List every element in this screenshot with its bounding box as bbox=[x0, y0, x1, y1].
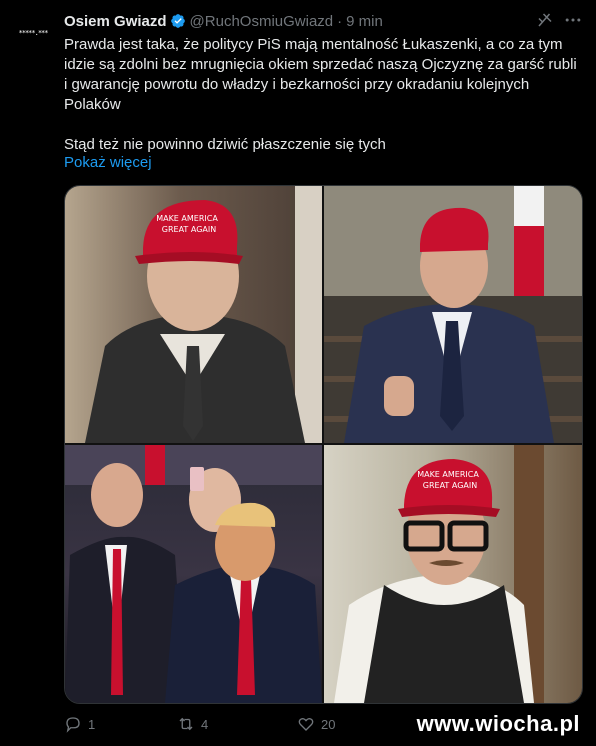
svg-text:GREAT AGAIN: GREAT AGAIN bbox=[423, 481, 477, 490]
tweet[interactable]: *****.*** Osiem Gwiazd @RuchOsmiuGwiazd … bbox=[0, 0, 596, 746]
photo-2[interactable] bbox=[324, 186, 582, 443]
media-grid[interactable]: MAKE AMERICA GREAT AGAIN MAKE AMERICA GR… bbox=[64, 185, 583, 704]
like-count: 20 bbox=[321, 716, 336, 732]
photo-3[interactable] bbox=[65, 445, 322, 703]
verified-icon[interactable] bbox=[170, 13, 186, 29]
tweet-header: Osiem Gwiazd @RuchOsmiuGwiazd · 9 min bbox=[64, 11, 383, 31]
avatar[interactable]: *****.*** bbox=[12, 12, 54, 54]
watermark-text: www.wiocha.pl bbox=[416, 711, 580, 736]
photo-1-art: MAKE AMERICA GREAT AGAIN bbox=[85, 186, 322, 443]
tweet-text: Prawda jest taka, że politycy PiS mają m… bbox=[64, 35, 580, 155]
like-icon bbox=[298, 717, 314, 731]
reply-count: 1 bbox=[88, 716, 96, 732]
tweet-paragraph-2: Stąd też nie powinno dziwić płaszczenie … bbox=[64, 136, 386, 153]
svg-text:GREAT AGAIN: GREAT AGAIN bbox=[162, 225, 216, 234]
repost-icon bbox=[179, 717, 193, 731]
timestamp[interactable]: 9 min bbox=[346, 13, 383, 30]
photo-4-art: MAKE AMERICA GREAT AGAIN bbox=[334, 445, 544, 703]
tweet-paragraph-1: Prawda jest taka, że politycy PiS mają m… bbox=[64, 36, 577, 113]
svg-text:MAKE AMERICA: MAKE AMERICA bbox=[417, 470, 479, 479]
author-handle[interactable]: @RuchOsmiuGwiazd bbox=[190, 13, 334, 30]
photo-2-art bbox=[324, 186, 582, 443]
photo-1[interactable]: MAKE AMERICA GREAT AGAIN bbox=[65, 186, 322, 443]
show-more-link[interactable]: Pokaż więcej bbox=[64, 154, 152, 171]
cap-text: MAKE AMERICA bbox=[156, 214, 218, 223]
reply-button[interactable]: 1 bbox=[64, 712, 95, 736]
repost-button[interactable]: 4 bbox=[177, 712, 208, 736]
more-icon[interactable] bbox=[563, 10, 583, 30]
photo-3-art bbox=[65, 445, 322, 703]
repost-count: 4 bbox=[201, 716, 209, 732]
like-button[interactable]: 20 bbox=[297, 712, 335, 736]
reply-icon bbox=[66, 717, 80, 733]
photo-4[interactable]: MAKE AMERICA GREAT AGAIN bbox=[324, 445, 582, 703]
grok-icon[interactable] bbox=[536, 11, 554, 29]
separator-dot: · bbox=[337, 12, 343, 30]
avatar-logo-text: *****.*** bbox=[18, 28, 49, 37]
author-name[interactable]: Osiem Gwiazd bbox=[64, 13, 167, 30]
